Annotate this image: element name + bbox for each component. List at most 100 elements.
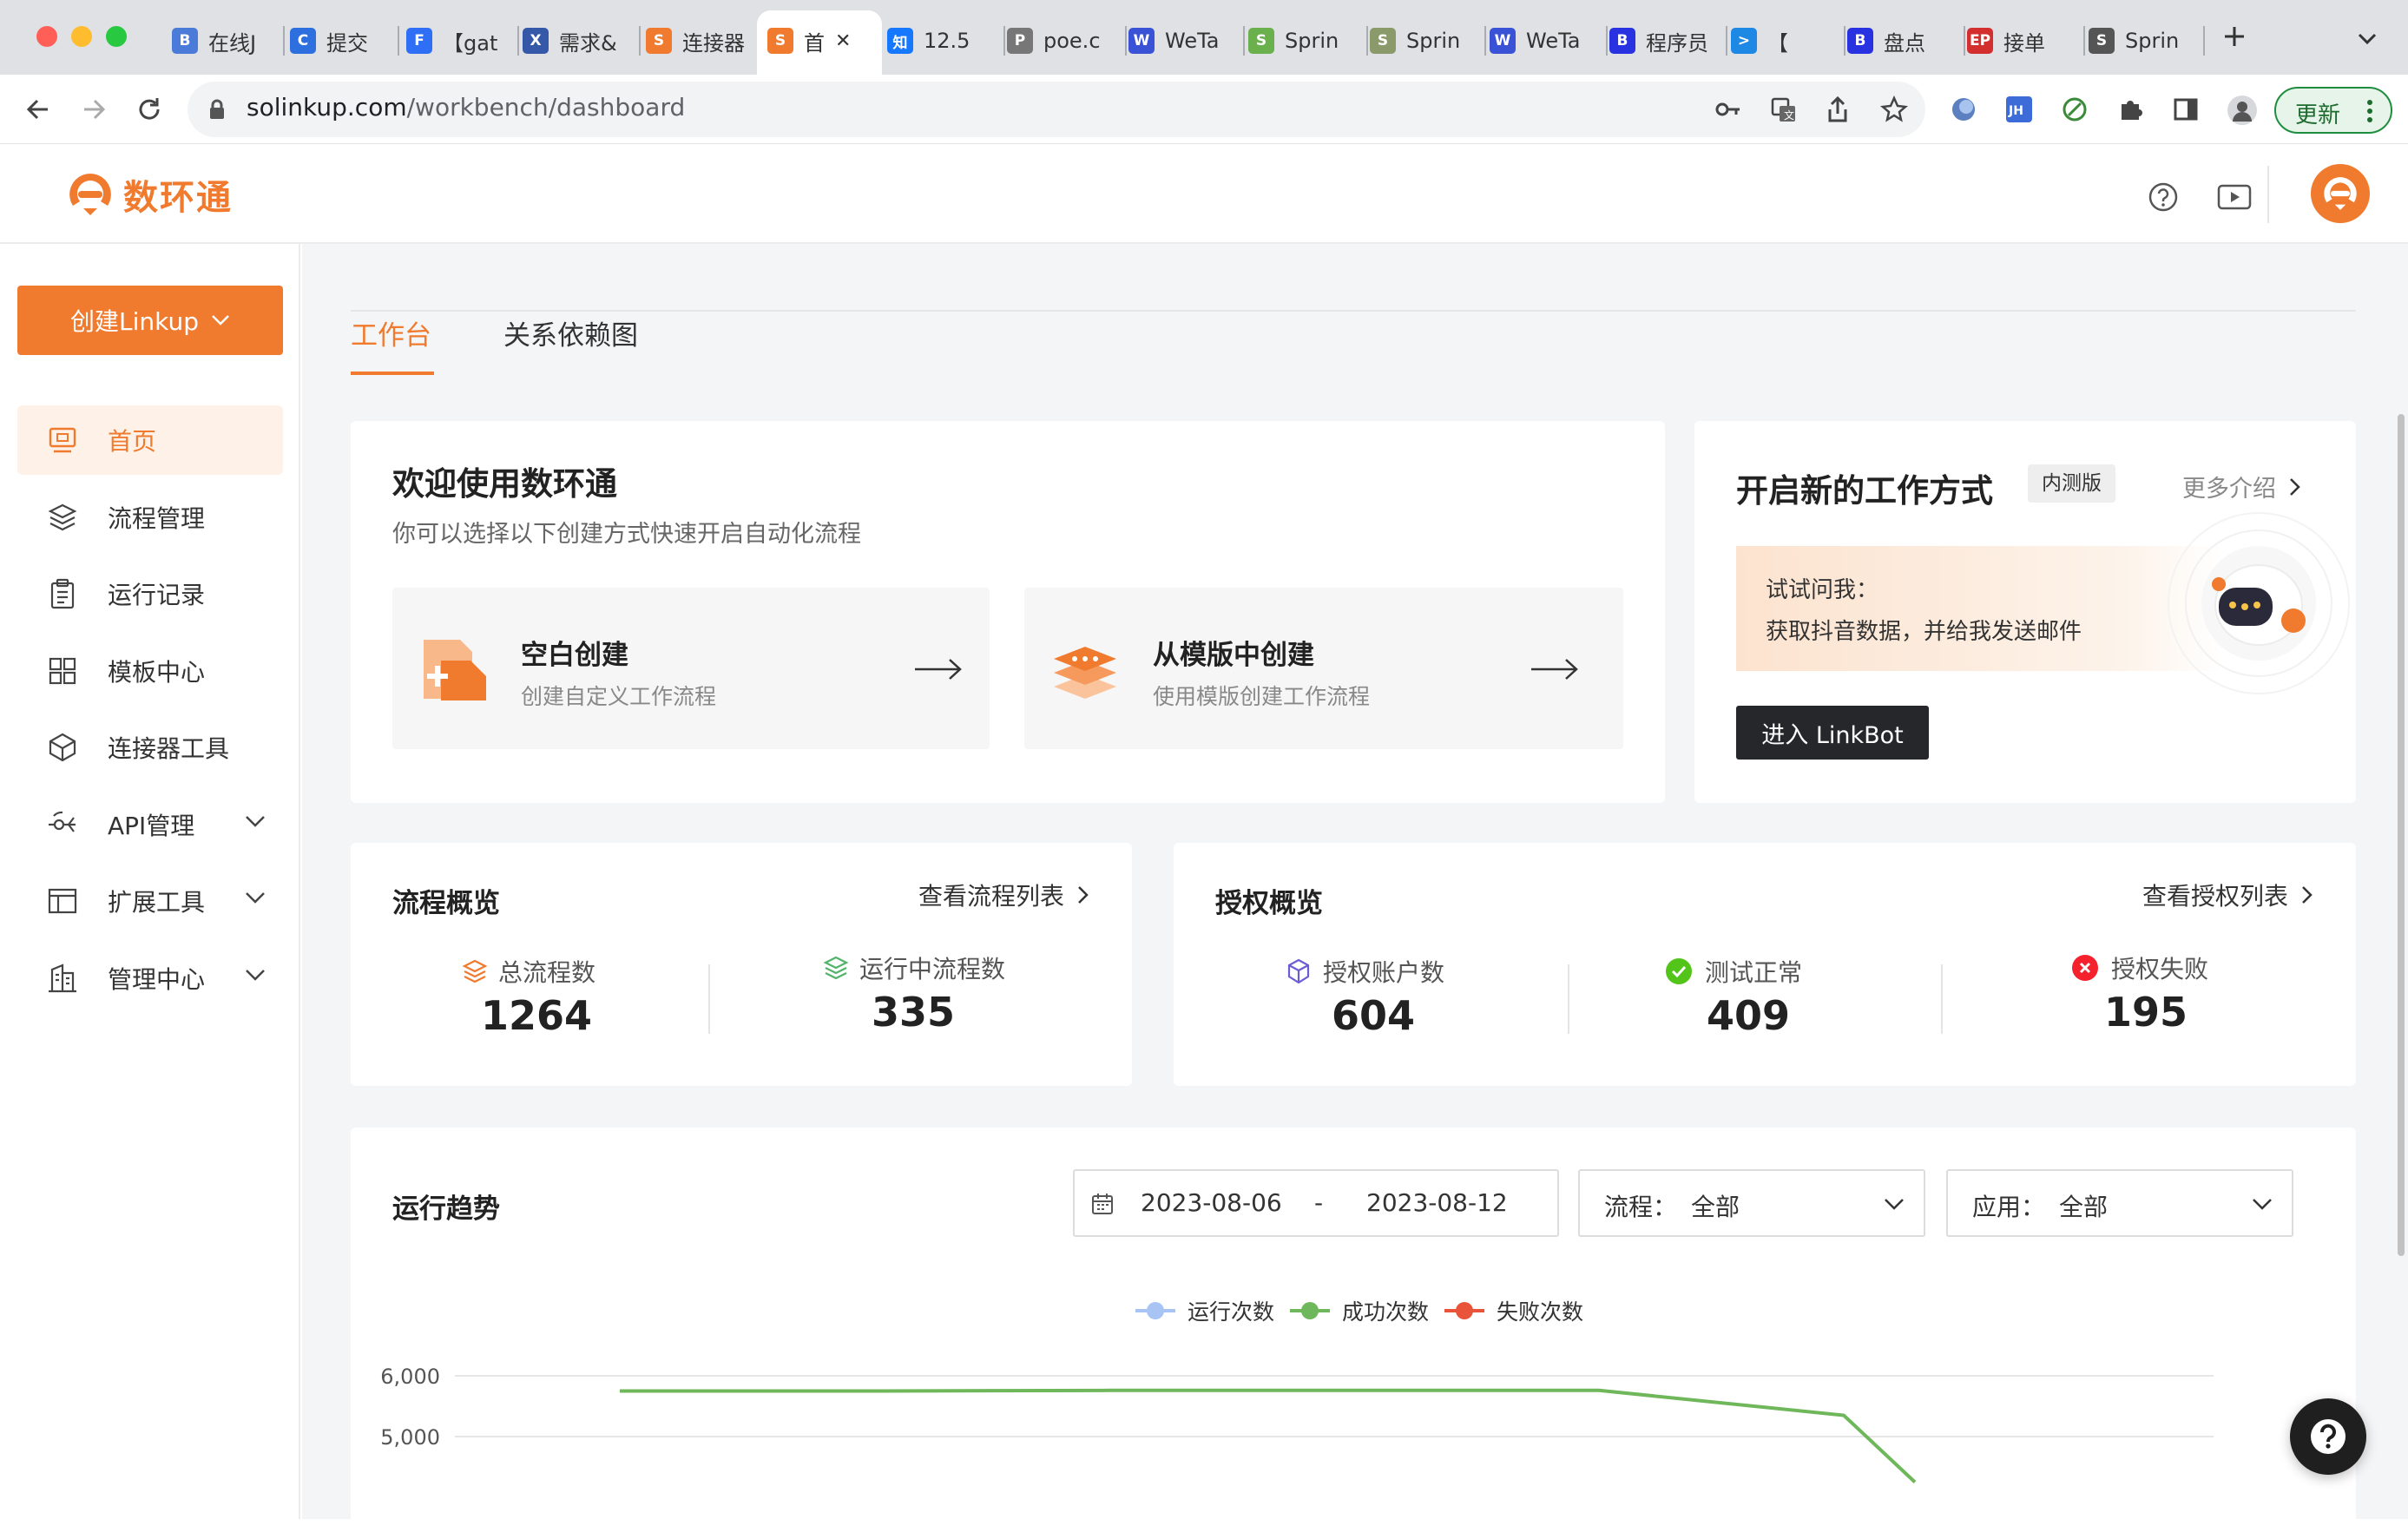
view-auth-list-link[interactable]: 查看授权列表: [2142, 878, 2313, 912]
linkbot-prompt-box: 试试问我： 获取抖音数据，并给我发送邮件: [1736, 546, 2222, 671]
video-tutorial-button[interactable]: [2217, 180, 2252, 214]
arrow-right-icon: [1531, 659, 1578, 680]
extension-3-button[interactable]: [2061, 95, 2089, 123]
welcome-subtitle: 你可以选择以下创建方式快速开启自动化流程: [392, 521, 861, 548]
sidebar-item-label: 流程管理: [108, 503, 206, 533]
sidebar-item[interactable]: API管理: [17, 790, 283, 859]
tab-dependency-graph[interactable]: 关系依赖图: [503, 313, 638, 352]
flow-overview-card: 流程概览 查看流程列表 总流程数 1264 运行中流程数 335: [351, 843, 1132, 1086]
tab-search-button[interactable]: [2354, 26, 2380, 52]
more-intro-link[interactable]: 更多介绍: [2182, 470, 2300, 503]
back-button[interactable]: [23, 94, 54, 125]
browser-tab[interactable]: Ppoe.c: [1007, 14, 1118, 68]
side-panel-button[interactable]: [2172, 95, 2200, 123]
browser-tab[interactable]: > 【: [1731, 14, 1837, 68]
browser-tab[interactable]: 知 12.5: [887, 14, 997, 68]
minimize-window-button[interactable]: [71, 26, 92, 47]
browser-tab[interactable]: X 需求&: [523, 14, 632, 68]
sidebar-item[interactable]: 管理中心: [17, 944, 283, 1013]
page-scrollbar[interactable]: [2398, 414, 2405, 1256]
check-circle-icon: [1666, 958, 1692, 984]
legend-item[interactable]: 成功次数: [1290, 1299, 1429, 1325]
sidebar-item-label: 模板中心: [108, 657, 206, 687]
sidebar-item[interactable]: 连接器工具: [17, 713, 283, 782]
browser-update-button[interactable]: 更新: [2274, 87, 2392, 134]
tab-separator: [1243, 26, 1245, 56]
total-flows-label: 总流程数: [498, 958, 596, 987]
browser-tab[interactable]: C 提交: [290, 14, 391, 68]
browser-tab[interactable]: B 盘点: [1847, 14, 1957, 68]
view-flow-list-link[interactable]: 查看流程列表: [918, 878, 1089, 912]
key-icon[interactable]: [1715, 99, 1741, 120]
browser-tab[interactable]: W WeTa: [1490, 14, 1599, 68]
browser-tab[interactable]: S Sprin: [1370, 14, 1477, 68]
sidebar-item[interactable]: 扩展工具: [17, 866, 283, 936]
address-bar[interactable]: solinkup.com/workbench/dashboard 文: [188, 82, 1925, 137]
browser-tab[interactable]: S Sprin: [2089, 14, 2196, 68]
prompt-line-2: 获取抖音数据，并给我发送邮件: [1766, 619, 2082, 645]
tab-title: poe.c: [1043, 29, 1101, 53]
tab-separator: [1003, 26, 1005, 56]
browser-tab[interactable]: S 连接器: [646, 14, 752, 68]
new-tab-button[interactable]: [2219, 21, 2250, 52]
linkbot-card: 开启新的工作方式 内测版 更多介绍 试试问我： 获取抖音数据，并给我发送邮件 进…: [1694, 421, 2356, 803]
forward-button[interactable]: [78, 94, 109, 125]
create-linkup-button[interactable]: 创建Linkup: [17, 286, 283, 355]
browser-tab[interactable]: F 【gat: [406, 14, 510, 68]
auth-accounts-label-group: 授权账户数: [1286, 954, 1444, 989]
grid-icon: [47, 655, 78, 687]
bookmark-star-icon[interactable]: [1880, 95, 1908, 123]
template-create-option[interactable]: 从模版中创建 使用模版创建工作流程: [1024, 588, 1623, 749]
share-icon[interactable]: [1826, 95, 1849, 123]
sidebar-item[interactable]: 运行记录: [17, 559, 283, 628]
maximize-window-button[interactable]: [106, 26, 127, 47]
browser-tab[interactable]: S Sprin: [1248, 14, 1359, 68]
tab-title: 接单: [2003, 30, 2045, 56]
floating-help-button[interactable]: [2290, 1398, 2366, 1475]
legend-item[interactable]: 运行次数: [1135, 1299, 1274, 1325]
close-window-button[interactable]: [36, 26, 57, 47]
tab-workbench[interactable]: 工作台: [351, 313, 431, 352]
flow-overview-title: 流程概览: [392, 888, 500, 919]
sidebar-item-label: 首页: [108, 427, 157, 456]
profile-button[interactable]: [2227, 95, 2257, 125]
puzzle-icon: [2122, 101, 2142, 120]
tab-favicon-icon: 知: [887, 28, 913, 54]
tab-favicon-icon: B: [1847, 28, 1873, 54]
layout-icon: [47, 885, 78, 917]
blank-create-option[interactable]: 空白创建 创建自定义工作流程: [392, 588, 990, 749]
browser-tab[interactable]: B 在线J: [172, 14, 276, 68]
legend-item[interactable]: 失败次数: [1444, 1299, 1583, 1325]
sidebar-item[interactable]: 流程管理: [17, 483, 283, 552]
user-avatar[interactable]: [2311, 164, 2370, 223]
enter-linkbot-button[interactable]: 进入 LinkBot: [1736, 706, 1929, 760]
extension-jh-button[interactable]: JH: [2005, 95, 2033, 123]
trend-chart: 运行次数 成功次数 失败次数 6,000 5,000: [380, 1299, 2214, 1483]
close-tab-icon[interactable]: ✕: [835, 30, 851, 52]
tab-separator: [1366, 26, 1368, 56]
extensions-button[interactable]: [2116, 95, 2144, 123]
browser-tab[interactable]: B 程序员: [1609, 14, 1719, 68]
clipboard-icon: [47, 578, 78, 609]
help-button[interactable]: [2146, 180, 2181, 214]
reload-button[interactable]: [134, 94, 165, 125]
stat-divider: [1568, 964, 1569, 1034]
tab-separator: [639, 26, 641, 56]
chevron-down-icon: [2358, 33, 2377, 45]
tab-title: 【: [1767, 30, 1788, 56]
sidebar-item[interactable]: 模板中心: [17, 636, 283, 706]
tab-separator: [517, 26, 519, 56]
auth-overview-card: 授权概览 查看授权列表 授权账户数 604 测试正常 409 授权失败 195: [1174, 843, 2356, 1086]
translate-icon[interactable]: 文: [1771, 97, 1797, 123]
tab-title: Sprin: [1285, 29, 1339, 53]
total-flows-value: 1264: [481, 992, 593, 1039]
browser-tab[interactable]: W WeTa: [1128, 14, 1236, 68]
sidebar-item[interactable]: 首页: [17, 405, 283, 475]
tab-title: Sprin: [1406, 29, 1461, 53]
extension-1-button[interactable]: [1950, 95, 1977, 123]
browser-tab[interactable]: EP 接单: [1967, 14, 2076, 68]
brand-logo[interactable]: 数环通: [66, 169, 233, 220]
tab-separator: [398, 26, 399, 56]
extension-globe-icon: [1952, 98, 1975, 121]
browser-tab[interactable]: S 首 ✕: [767, 14, 875, 68]
